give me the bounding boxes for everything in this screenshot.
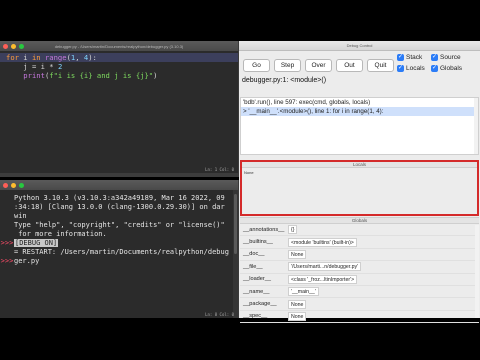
globals-scrollbar[interactable] — [475, 225, 479, 318]
globals-row: __spec__ None — [240, 311, 479, 324]
global-value[interactable]: {} — [288, 225, 298, 235]
debug-title: Debug Control — [346, 43, 373, 48]
globals-checkbox[interactable]: ✓ Globals — [431, 65, 473, 72]
shell-titlebar[interactable] — [0, 180, 238, 190]
globals-row: __file__ '/Users/marti...n/debugger.py' — [240, 261, 479, 274]
source-checkbox[interactable]: ✓ Source — [431, 54, 473, 61]
locals-checkbox[interactable]: ✓ Locals — [397, 65, 431, 72]
global-value[interactable]: None — [288, 249, 307, 259]
stack-checkbox-label: Stack — [406, 54, 423, 61]
shell-window[interactable]: >>> >>> Python 3.10.3 (v3.10.3:a342a49189… — [0, 180, 239, 318]
shell-line: Python 3.10.3 (v3.10.3:a342a49189, Mar 1… — [14, 194, 225, 202]
quit-button[interactable]: Quit — [367, 59, 394, 72]
restart-line: = RESTART: /Users/martin/Documents/realp… — [14, 248, 229, 256]
stack-checkbox[interactable]: ✓ Stack — [397, 54, 431, 61]
checkmark-icon: ✓ — [397, 54, 404, 61]
debug-toolbar: Go Step Over Out Quit — [239, 51, 394, 72]
global-name: __loader__ — [243, 276, 271, 283]
minimize-window-icon[interactable] — [11, 182, 16, 188]
debug-titlebar[interactable]: Debug Control — [239, 41, 480, 51]
shell-status: Ln: 8 Col: 0 — [205, 312, 234, 317]
globals-row: __doc__ None — [240, 249, 479, 262]
debug-control-window[interactable]: Debug Control Go Step Over Out Quit ✓ Sta… — [239, 41, 480, 324]
global-value[interactable]: '/Users/marti...n/debugger.py' — [288, 262, 362, 272]
debug-on-tag: [DEBUG ON] — [14, 239, 59, 247]
editor-titlebar[interactable]: debugger.py - /Users/martin/Documents/re… — [0, 41, 238, 51]
global-value[interactable]: <class '_froz...ltinImporter'> — [288, 274, 358, 284]
shell-line: :34:18) [Clang 13.0.0 (clang-1300.0.29.3… — [14, 203, 225, 211]
window-controls[interactable] — [3, 182, 24, 188]
globals-row: __package__ None — [240, 298, 479, 311]
global-value[interactable]: None — [288, 311, 307, 321]
global-value[interactable]: <module 'builtins' (built-in)> — [288, 237, 357, 247]
view-options: ✓ Stack ✓ Source ✓ Locals ✓ Globals — [397, 54, 473, 72]
shell-scrollbar[interactable] — [233, 190, 238, 318]
global-value[interactable]: '__main__' — [288, 287, 319, 297]
global-name: __name__ — [243, 288, 270, 295]
shell-line: win — [14, 212, 27, 220]
global-name: __builtins__ — [243, 239, 273, 246]
globals-panel[interactable]: Globals __annotations__{} __builtins__ <m… — [240, 217, 479, 324]
locals-value: None — [244, 170, 254, 175]
global-value[interactable]: None — [288, 299, 307, 309]
shell-scroll-thumb[interactable] — [234, 194, 237, 254]
globals-row: __loader__ <class '_froz...ltinImporter'> — [240, 274, 479, 286]
go-button[interactable]: Go — [243, 59, 270, 72]
stack-frame[interactable]: 'bdb'.run(), line 597: exec(cmd, globals… — [241, 98, 478, 107]
code-area[interactable]: for i in range(1, 4): j = i * 2 print(f"… — [0, 51, 238, 80]
checkmark-icon: ✓ — [431, 65, 438, 72]
locals-checkbox-label: Locals — [406, 65, 425, 72]
globals-checkbox-label: Globals — [440, 65, 463, 72]
over-button[interactable]: Over — [305, 59, 332, 72]
locals-panel[interactable]: Locals None — [240, 160, 479, 216]
code-line[interactable]: print(f"i is {i} and j is {j}") — [0, 71, 238, 80]
out-button[interactable]: Out — [336, 59, 363, 72]
shell-line: Type "help", "copyright", "credits" or "… — [14, 221, 225, 229]
editor-status: Ln: 1 Col: 0 — [205, 167, 234, 172]
global-name: __file__ — [243, 263, 263, 270]
global-name: __package__ — [243, 301, 277, 308]
global-name: __annotations__ — [243, 226, 285, 233]
globals-row: __name__ '__main__' — [240, 286, 479, 299]
checkmark-icon: ✓ — [431, 54, 438, 61]
shell-line: [DEBUG ON] — [14, 239, 238, 248]
zoom-window-icon[interactable] — [19, 182, 24, 188]
shell-line: for more information. — [14, 230, 107, 238]
step-button[interactable]: Step — [274, 59, 301, 72]
stack-list[interactable]: 'bdb'.run(), line 597: exec(cmd, globals… — [240, 97, 479, 155]
shell-output[interactable]: Python 3.10.3 (v3.10.3:a342a49189, Mar 1… — [14, 190, 238, 318]
debug-status: debugger.py:1: <module>() — [242, 77, 327, 84]
globals-row: __builtins__ <module 'builtins' (built-in… — [240, 236, 479, 249]
global-name: __spec__ — [243, 313, 268, 320]
globals-row: __annotations__{} — [240, 224, 479, 237]
stack-scrollbar[interactable] — [474, 98, 478, 154]
close-window-icon[interactable] — [3, 182, 8, 188]
stack-frame-selected[interactable]: > '__main__'.<module>(), line 1: for i i… — [241, 107, 478, 116]
code-line[interactable]: j = i * 2 — [0, 62, 238, 71]
editor-horizontal-scrollbar[interactable] — [0, 173, 238, 177]
source-checkbox-label: Source — [440, 54, 461, 61]
restart-line: ger.py — [14, 257, 40, 265]
code-line-current[interactable]: for i in range(1, 4): — [0, 53, 238, 62]
global-name: __doc__ — [243, 251, 265, 258]
shell-prompt-gutter: >>> >>> — [0, 239, 14, 265]
editor-window[interactable]: debugger.py - /Users/martin/Documents/re… — [0, 41, 239, 177]
checkmark-icon: ✓ — [397, 65, 404, 72]
editor-title: debugger.py - /Users/martin/Documents/re… — [54, 43, 184, 49]
